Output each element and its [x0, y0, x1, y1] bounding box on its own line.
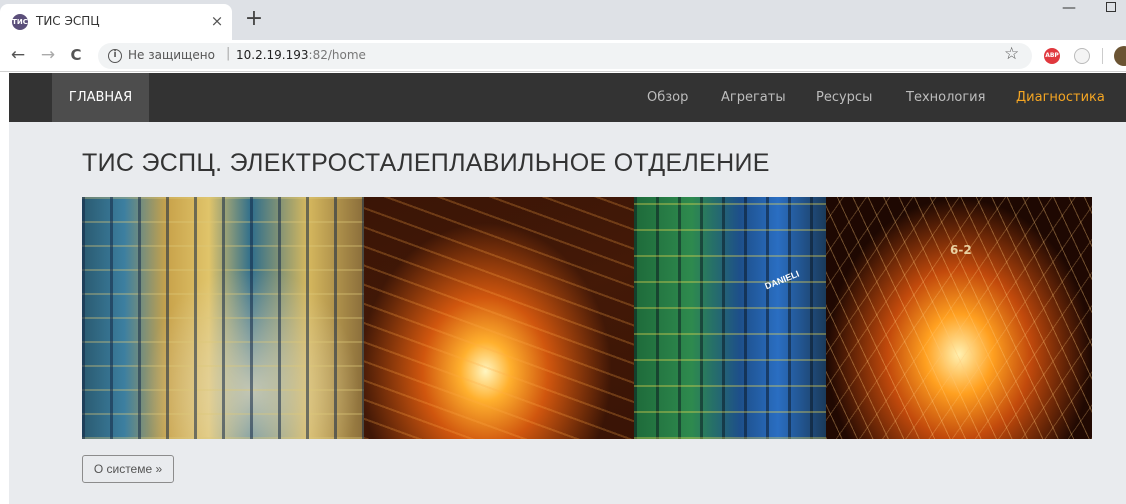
tab-title: ТИС ЭСПЦ [36, 14, 100, 28]
toolbar-divider [1102, 48, 1103, 64]
browser-toolbar: ← → C i Не защищено | 10.2.19.193:82/hom… [0, 40, 1126, 72]
about-system-button[interactable]: О системе » [82, 455, 174, 483]
close-tab-icon[interactable]: × [208, 12, 226, 30]
url-text[interactable]: 10.2.19.193:82/home [236, 48, 366, 62]
nav-item-diagnostics[interactable]: Диагностика [1016, 73, 1105, 122]
nav-item-aggregates[interactable]: Агрегаты [721, 73, 786, 122]
top-navbar: ГЛАВНАЯ Обзор Агрегаты Ресурсы Технологи… [9, 73, 1126, 122]
hero-banner: DANIELI 6-2 [82, 197, 1092, 439]
profile-avatar[interactable] [1114, 46, 1126, 66]
maximize-window-icon[interactable] [1106, 2, 1116, 12]
info-icon[interactable]: i [108, 49, 122, 63]
browser-tab[interactable]: ТИС ТИС ЭСПЦ × [0, 4, 232, 40]
back-arrow-icon[interactable]: ← [8, 45, 28, 65]
ladle-number-text: 6-2 [950, 243, 972, 257]
nav-item-resources[interactable]: Ресурсы [816, 73, 872, 122]
security-status-label[interactable]: Не защищено [128, 48, 215, 62]
ladle-sparks-photo: 6-2 [826, 197, 1092, 439]
danieli-logo-text: DANIELI [763, 268, 801, 292]
minimize-window-icon[interactable]: — [1062, 0, 1076, 16]
address-bar[interactable]: i Не защищено | 10.2.19.193:82/home [98, 43, 1032, 69]
extension-icon[interactable] [1074, 48, 1090, 64]
nav-home-link[interactable]: ГЛАВНАЯ [52, 73, 149, 122]
page-title: ТИС ЭСПЦ. ЭЛЕКТРОСТАЛЕПЛАВИЛЬНОЕ ОТДЕЛЕН… [82, 149, 770, 177]
nav-item-technology[interactable]: Технология [906, 73, 985, 122]
molten-steel-photo [364, 197, 634, 439]
browser-tab-bar: ТИС ТИС ЭСПЦ × + — [0, 0, 1126, 40]
nav-item-overview[interactable]: Обзор [647, 73, 688, 122]
favicon-icon: ТИС [12, 14, 28, 30]
forward-arrow-icon[interactable]: → [38, 45, 58, 65]
new-tab-icon[interactable]: + [242, 8, 266, 32]
page-content: ГЛАВНАЯ Обзор Агрегаты Ресурсы Технологи… [9, 73, 1126, 504]
reload-icon[interactable]: C [66, 45, 86, 65]
adblock-plus-icon[interactable]: ABP [1044, 48, 1060, 64]
bookmark-star-icon[interactable]: ☆ [1004, 44, 1019, 64]
url-separator: | [226, 46, 231, 61]
danieli-equipment-photo: DANIELI [634, 197, 826, 439]
plant-structure-photo [82, 197, 364, 439]
